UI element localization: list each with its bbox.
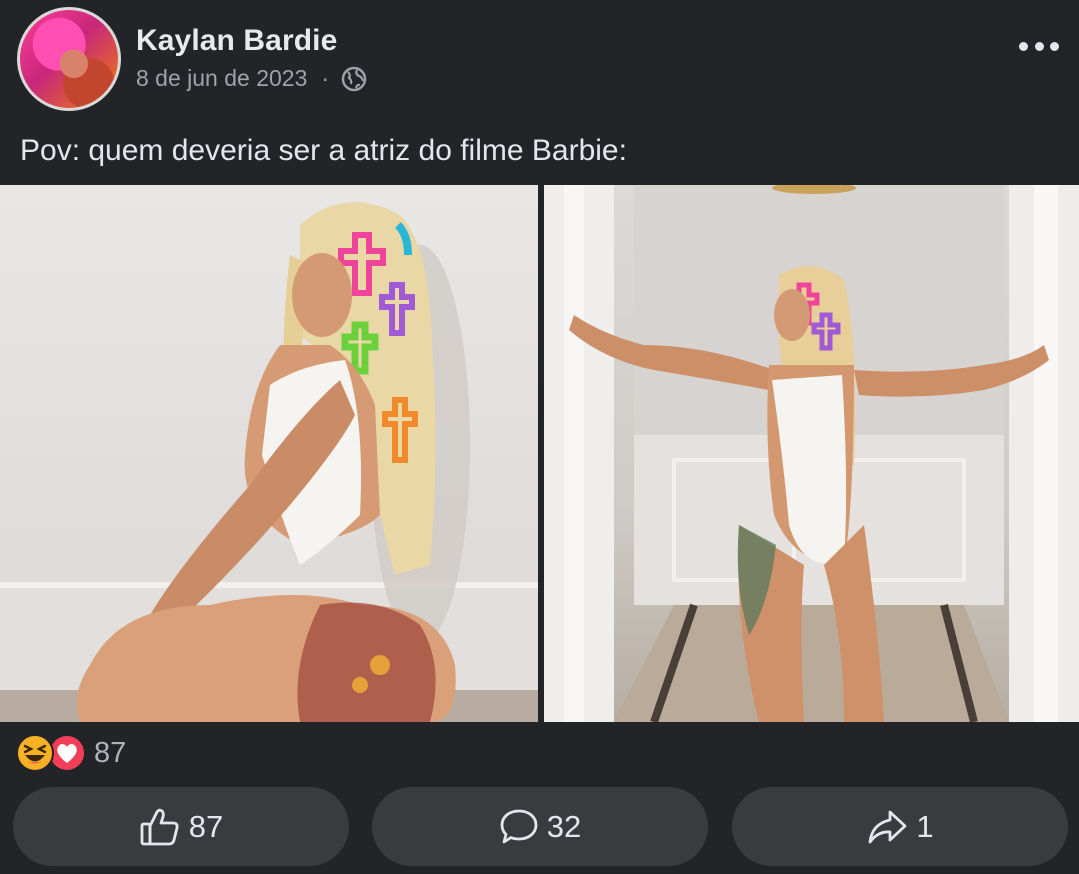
share-icon <box>868 810 907 843</box>
comment-icon <box>500 809 538 843</box>
post-header: Kaylan Bardie 8 de jun de 2023 · <box>0 0 1079 120</box>
share-count: 1 <box>916 808 934 844</box>
comment-count: 32 <box>546 808 582 844</box>
post-actions: 87 32 1 <box>0 787 1079 866</box>
post-photo-left[interactable] <box>0 185 538 722</box>
post-caption: Pov: quem deveria ser a atriz do filme B… <box>20 134 627 167</box>
post-date[interactable]: 8 de jun de 2023 <box>136 65 307 92</box>
post-meta: 8 de jun de 2023 · <box>136 65 367 92</box>
reactions-summary[interactable]: 87 <box>16 733 126 773</box>
author-avatar[interactable] <box>17 7 121 111</box>
share-button[interactable]: 1 <box>732 787 1068 866</box>
reaction-count: 87 <box>94 736 127 769</box>
thumbs-up-icon <box>140 808 179 845</box>
meta-separator: · <box>321 65 330 91</box>
haha-reaction-icon <box>16 734 54 772</box>
comment-button[interactable]: 32 <box>372 787 708 866</box>
like-count: 87 <box>188 808 224 844</box>
author-name[interactable]: Kaylan Bardie <box>136 24 337 58</box>
globe-icon <box>341 66 367 92</box>
more-horizontal-icon[interactable] <box>1019 36 1059 56</box>
like-button[interactable]: 87 <box>13 787 349 866</box>
post-photo-right[interactable] <box>544 185 1079 722</box>
